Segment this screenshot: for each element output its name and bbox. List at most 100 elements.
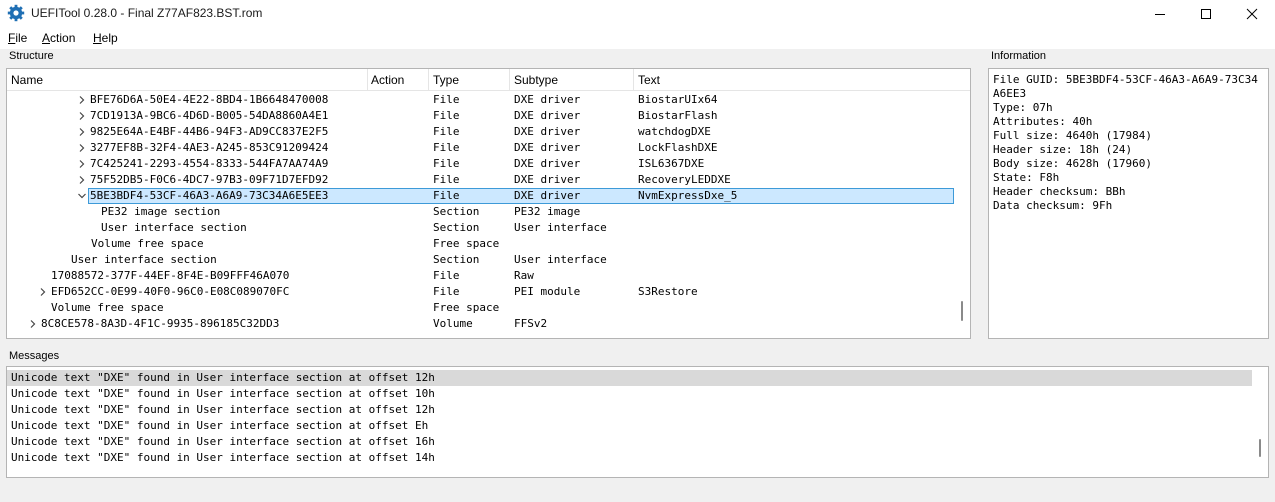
tree-cell-text: S3Restore xyxy=(638,285,698,298)
tree-cell-type: File xyxy=(433,189,460,202)
menu-help[interactable]: Help xyxy=(93,31,118,45)
menu-action-accel: A xyxy=(42,31,51,45)
tree-cell-type: File xyxy=(433,269,460,282)
tree-cell-type: File xyxy=(433,173,460,186)
tree-row[interactable]: 3277EF8B-32F4-4AE3-A245-853C91209424 File… xyxy=(8,140,954,156)
tree-row[interactable]: 7CD1913A-9BC6-4D6D-B005-54DA8860A4E1 File… xyxy=(8,108,954,124)
tree-cell-name: Volume free space xyxy=(91,237,204,250)
tree-cell-subtype: PE32 image xyxy=(514,205,581,218)
chevron-down-icon[interactable] xyxy=(77,191,87,201)
message-row[interactable]: Unicode text "DXE" found in User interfa… xyxy=(7,386,1252,402)
tree-row[interactable]: 17088572-377F-44EF-8F4E-B09FFF46A070 File… xyxy=(8,268,954,284)
tree-cell-name: 7CD1913A-9BC6-4D6D-B005-54DA8860A4E1 xyxy=(90,109,329,122)
tree-cell-subtype: User interface xyxy=(514,253,607,266)
tree-cell-name: User interface section xyxy=(101,221,247,234)
menu-help-label: elp xyxy=(101,31,118,45)
tree-scrollbar-thumb[interactable] xyxy=(961,301,963,321)
tree-row[interactable]: 7C425241-2293-4554-8333-544FA7AA74A9 File… xyxy=(8,156,954,172)
tree-cell-subtype: DXE driver xyxy=(514,141,581,154)
window-title: UEFITool 0.28.0 - Final Z77AF823.BST.rom xyxy=(31,6,263,20)
tree-cell-name: PE32 image section xyxy=(101,205,221,218)
message-row[interactable]: Unicode text "DXE" found in User interfa… xyxy=(7,450,1252,466)
tree-row[interactable]: User interface section Section User interf… xyxy=(8,252,954,268)
messages-scrollbar-thumb[interactable] xyxy=(1259,439,1261,457)
chevron-right-icon[interactable] xyxy=(77,175,87,185)
message-text: Unicode text "DXE" found in User interfa… xyxy=(11,403,435,416)
column-header-subtype[interactable]: Subtype xyxy=(514,73,558,87)
tree-cell-subtype: DXE driver xyxy=(514,189,581,202)
menu-bar: File Action Help xyxy=(0,27,1275,49)
messages-list[interactable]: Unicode text "DXE" found in User interfa… xyxy=(6,366,1269,478)
tree-cell-name: Volume free space xyxy=(51,301,164,314)
tree-cell-type: Free space xyxy=(433,301,500,314)
message-row[interactable]: Unicode text "DXE" found in User interfa… xyxy=(7,418,1252,434)
tree-cell-name: 8C8CE578-8A3D-4F1C-9935-896185C32DD3 xyxy=(41,317,280,330)
column-divider[interactable] xyxy=(509,69,510,91)
chevron-right-icon[interactable] xyxy=(28,319,38,329)
tree-row[interactable]: EFD652CC-0E99-40F0-96C0-E08C089070FC File… xyxy=(8,284,954,300)
tree-row[interactable]: 8C8CE578-8A3D-4F1C-9935-896185C32DD3 Volu… xyxy=(8,316,954,332)
minimize-button[interactable] xyxy=(1137,0,1183,27)
menu-help-accel: H xyxy=(93,31,102,45)
tree-cell-subtype: DXE driver xyxy=(514,93,581,106)
close-button[interactable] xyxy=(1229,0,1275,27)
panel-splitter[interactable] xyxy=(0,344,1275,347)
tree-cell-name: 7C425241-2293-4554-8333-544FA7AA74A9 xyxy=(90,157,329,170)
tree-scrollbar[interactable] xyxy=(956,91,968,338)
tree-row[interactable]: 9825E64A-E4BF-44B6-94F3-AD9CC837E2F5 File… xyxy=(8,124,954,140)
tree-row[interactable]: Volume free space Free space xyxy=(8,236,954,252)
minimize-icon xyxy=(1155,14,1165,15)
status-bar xyxy=(0,484,1275,502)
column-divider[interactable] xyxy=(367,69,368,91)
tree-cell-name: 9825E64A-E4BF-44B6-94F3-AD9CC837E2F5 xyxy=(90,125,329,138)
chevron-right-icon[interactable] xyxy=(77,143,87,153)
chevron-right-icon[interactable] xyxy=(77,127,87,137)
tree-cell-type: Free space xyxy=(433,237,500,250)
chevron-right-icon[interactable] xyxy=(77,111,87,121)
column-divider[interactable] xyxy=(633,69,634,91)
maximize-button[interactable] xyxy=(1183,0,1229,27)
tree-cell-subtype: User interface xyxy=(514,221,607,234)
tree-cell-subtype: PEI module xyxy=(514,285,581,298)
chevron-right-icon[interactable] xyxy=(77,95,87,105)
message-text: Unicode text "DXE" found in User interfa… xyxy=(11,419,429,432)
column-header-name[interactable]: Name xyxy=(11,73,43,87)
tree-row[interactable]: Volume free space Free space xyxy=(8,300,954,316)
column-header-action[interactable]: Action xyxy=(371,73,404,87)
tree-cell-text: BiostarFlash xyxy=(638,109,718,122)
tree-cell-name: 17088572-377F-44EF-8F4E-B09FFF46A070 xyxy=(51,269,290,282)
chevron-right-icon[interactable] xyxy=(77,159,87,169)
tree-cell-text: BiostarUIx64 xyxy=(638,93,718,106)
tree-cell-type: File xyxy=(433,157,460,170)
menu-file[interactable]: File xyxy=(8,31,27,45)
chevron-right-icon[interactable] xyxy=(38,287,48,297)
close-icon xyxy=(1246,8,1258,20)
tree-row[interactable]: BFE76D6A-50E4-4E22-8BD4-1B6648470008 File… xyxy=(8,92,954,108)
menu-action[interactable]: Action xyxy=(42,31,75,45)
tree-row[interactable]: 5BE3BDF4-53CF-46A3-A6A9-73C34A6E5EE3 File… xyxy=(8,188,954,204)
maximize-icon xyxy=(1201,9,1211,19)
information-text: File GUID: 5BE3BDF4-53CF-46A3-A6A9-73C34… xyxy=(993,73,1258,212)
messages-scrollbar[interactable] xyxy=(1254,367,1266,477)
message-row[interactable]: Unicode text "DXE" found in User interfa… xyxy=(7,434,1252,450)
column-divider[interactable] xyxy=(428,69,429,91)
message-text: Unicode text "DXE" found in User interfa… xyxy=(11,371,435,384)
tree-row[interactable]: 75F52DB5-F0C6-4DC7-97B3-09F71D7EFD92 File… xyxy=(8,172,954,188)
tree-cell-text: watchdogDXE xyxy=(638,125,711,138)
tree-cell-text: NvmExpressDxe_5 xyxy=(638,189,738,202)
message-row[interactable]: Unicode text "DXE" found in User interfa… xyxy=(7,370,1252,386)
message-row[interactable]: Unicode text "DXE" found in User interfa… xyxy=(7,402,1252,418)
tree-cell-type: File xyxy=(433,141,460,154)
tree-row[interactable]: User interface section Section User interf… xyxy=(8,220,954,236)
column-header-text[interactable]: Text xyxy=(638,73,660,87)
column-header-type[interactable]: Type xyxy=(433,73,459,87)
structure-tree[interactable]: Name Action Type Subtype Text BFE76D6A-5… xyxy=(6,68,971,339)
tree-cell-text: LockFlashDXE xyxy=(638,141,718,154)
tree-cell-type: Section xyxy=(433,253,480,266)
information-panel: File GUID: 5BE3BDF4-53CF-46A3-A6A9-73C34… xyxy=(988,68,1269,339)
tree-row[interactable]: PE32 image section Section PE32 image xyxy=(8,204,954,220)
tree-cell-type: Volume xyxy=(433,317,473,330)
menu-file-label: ile xyxy=(15,31,28,45)
information-group-label: Information xyxy=(991,50,1047,62)
menu-action-label: ction xyxy=(50,31,76,45)
